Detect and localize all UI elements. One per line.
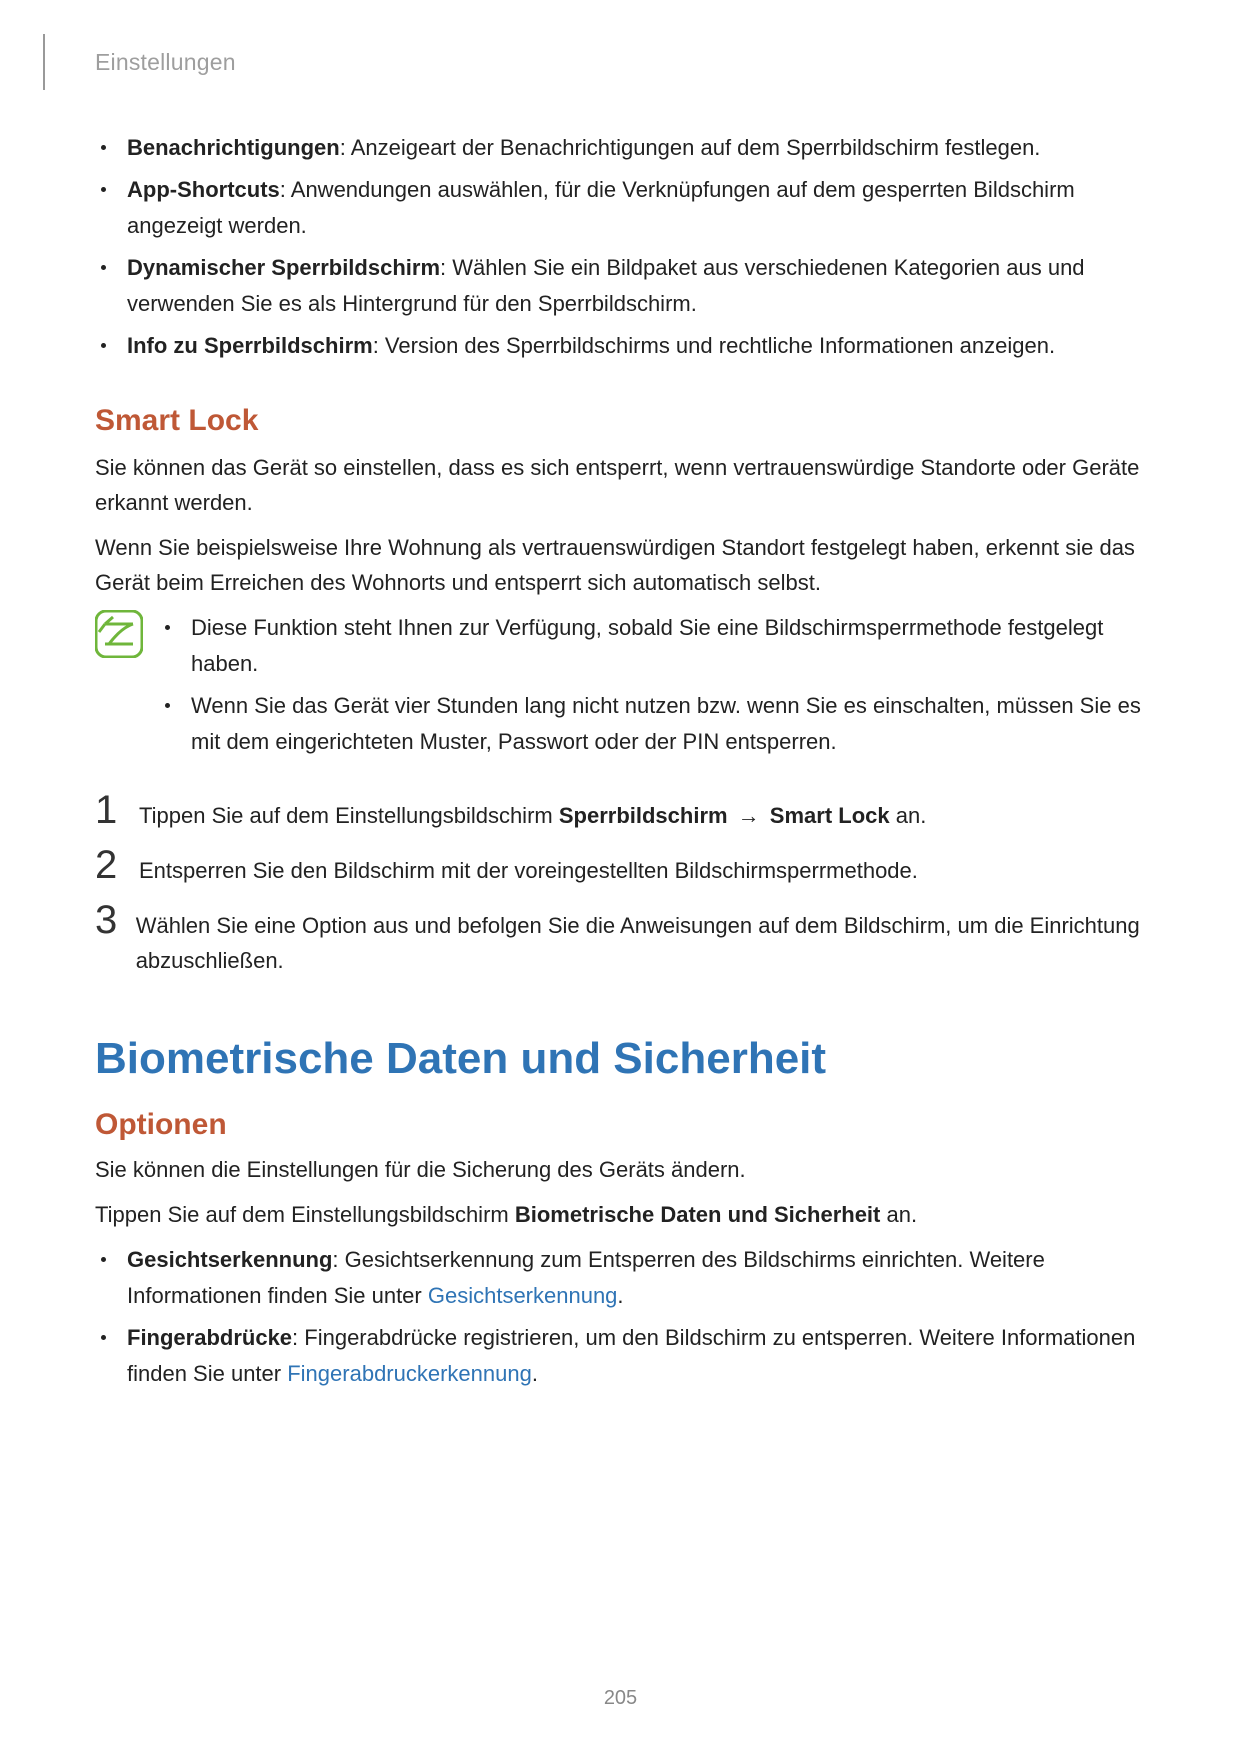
lockscreen-bullets: Benachrichtigungen: Anzeigeart der Benac… — [95, 130, 1146, 364]
document-page: Einstellungen Benachrichtigungen: Anzeig… — [0, 0, 1241, 1754]
step-number: 3 — [95, 900, 118, 940]
bullet-term: Info zu Sperrbildschirm — [127, 333, 373, 358]
note-text: Diese Funktion steht Ihnen zur Verfügung… — [191, 615, 1103, 676]
step-item: 2 Entsperren Sie den Bildschirm mit der … — [95, 847, 1146, 888]
note-list: Diese Funktion steht Ihnen zur Verfügung… — [159, 610, 1146, 766]
list-item: Wenn Sie das Gerät vier Stunden lang nic… — [159, 688, 1146, 760]
text-run: . — [532, 1361, 538, 1386]
bullet-term: Benachrichtigungen — [127, 135, 340, 160]
list-item: Diese Funktion steht Ihnen zur Verfügung… — [159, 610, 1146, 682]
text-bold: Smart Lock — [770, 803, 890, 828]
step-text: Wählen Sie eine Option aus und befolgen … — [136, 902, 1146, 978]
list-item: App-Shortcuts: Anwendungen auswählen, fü… — [95, 172, 1146, 244]
page-content: Benachrichtigungen: Anzeigeart der Benac… — [95, 82, 1146, 1392]
heading-smart-lock: Smart Lock — [95, 404, 1146, 438]
list-item: Fingerabdrücke: Fingerabdrücke registrie… — [95, 1320, 1146, 1392]
paragraph: Wenn Sie beispielsweise Ihre Wohnung als… — [95, 530, 1146, 600]
text-run: an. — [880, 1202, 917, 1227]
text-run: an. — [890, 803, 927, 828]
heading-biometrics: Biometrische Daten und Sicherheit — [95, 1034, 1146, 1084]
page-number: 205 — [0, 1687, 1241, 1710]
step-text: Tippen Sie auf dem Einstellungsbildschir… — [139, 792, 926, 833]
link-fingerabdruckerkennung[interactable]: Fingerabdruckerkennung — [287, 1361, 532, 1386]
bullet-term: Fingerabdrücke — [127, 1325, 292, 1350]
steps-list: 1 Tippen Sie auf dem Einstellungsbildsch… — [95, 792, 1146, 978]
note-text: Wenn Sie das Gerät vier Stunden lang nic… — [191, 693, 1141, 754]
list-item: Info zu Sperrbildschirm: Version des Spe… — [95, 328, 1146, 364]
bullet-text: : Anzeigeart der Benachrichtigungen auf … — [340, 135, 1041, 160]
list-item: Gesichtserkennung: Gesichtserkennung zum… — [95, 1242, 1146, 1314]
step-number: 1 — [95, 790, 121, 830]
note-icon — [95, 610, 143, 663]
paragraph: Sie können die Einstellungen für die Sic… — [95, 1152, 1146, 1187]
biometrics-bullets: Gesichtserkennung: Gesichtserkennung zum… — [95, 1242, 1146, 1392]
text-run: Tippen Sie auf dem Einstellungsbildschir… — [139, 803, 559, 828]
page-header: Einstellungen — [95, 42, 1146, 82]
header-title: Einstellungen — [95, 49, 236, 76]
text-bold: Biometrische Daten und Sicherheit — [515, 1202, 881, 1227]
step-number: 2 — [95, 845, 121, 885]
step-item: 3 Wählen Sie eine Option aus und befolge… — [95, 902, 1146, 978]
link-gesichtserkennung[interactable]: Gesichtserkennung — [428, 1283, 618, 1308]
header-rule — [43, 34, 45, 90]
bullet-term: Gesichtserkennung — [127, 1247, 332, 1272]
text-run: Tippen Sie auf dem Einstellungsbildschir… — [95, 1202, 515, 1227]
text-bold: Sperrbildschirm — [559, 803, 728, 828]
paragraph: Tippen Sie auf dem Einstellungsbildschir… — [95, 1197, 1146, 1232]
list-item: Dynamischer Sperrbildschirm: Wählen Sie … — [95, 250, 1146, 322]
note-block: Diese Funktion steht Ihnen zur Verfügung… — [95, 610, 1146, 766]
list-item: Benachrichtigungen: Anzeigeart der Benac… — [95, 130, 1146, 166]
text-run: . — [617, 1283, 623, 1308]
step-text: Entsperren Sie den Bildschirm mit der vo… — [139, 847, 918, 888]
bullet-text: : Version des Sperrbildschirms und recht… — [373, 333, 1055, 358]
bullet-term: App-Shortcuts — [127, 177, 280, 202]
step-item: 1 Tippen Sie auf dem Einstellungsbildsch… — [95, 792, 1146, 833]
paragraph: Sie können das Gerät so einstellen, dass… — [95, 450, 1146, 520]
bullet-term: Dynamischer Sperrbildschirm — [127, 255, 440, 280]
arrow-icon: → — [728, 803, 770, 828]
heading-options: Optionen — [95, 1108, 1146, 1142]
